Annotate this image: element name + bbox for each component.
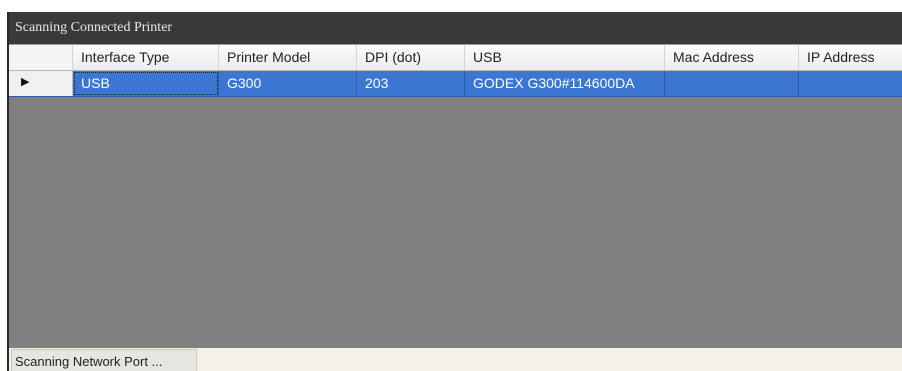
status-bar: Scanning Network Port ... bbox=[9, 348, 902, 371]
column-header-mac-address[interactable]: Mac Address bbox=[665, 45, 799, 70]
cell-dpi[interactable]: 203 bbox=[357, 71, 465, 96]
row-pointer-icon[interactable]: ▶ bbox=[9, 71, 73, 96]
cell-ip-address[interactable] bbox=[799, 71, 902, 96]
scanning-printer-window: Scanning Connected Printer Interface Typ… bbox=[7, 12, 902, 371]
column-header-interface-type[interactable]: Interface Type bbox=[73, 45, 219, 70]
cell-printer-model[interactable]: G300 bbox=[219, 71, 357, 96]
column-header-printer-model[interactable]: Printer Model bbox=[219, 45, 357, 70]
cell-mac-address[interactable] bbox=[665, 71, 799, 96]
row-header-corner bbox=[9, 45, 73, 70]
column-header-ip-address[interactable]: IP Address bbox=[799, 45, 902, 70]
table-row[interactable]: ▶ USB G300 203 GODEX G300#114600DA bbox=[9, 71, 902, 97]
printer-grid[interactable]: Interface Type Printer Model DPI (dot) U… bbox=[9, 44, 902, 352]
column-header-usb[interactable]: USB bbox=[465, 45, 665, 70]
cell-usb[interactable]: GODEX G300#114600DA bbox=[465, 71, 665, 96]
cell-interface-type[interactable]: USB bbox=[73, 71, 219, 96]
grid-header-row: Interface Type Printer Model DPI (dot) U… bbox=[9, 45, 902, 71]
window-title: Scanning Connected Printer bbox=[9, 12, 902, 44]
column-header-dpi[interactable]: DPI (dot) bbox=[357, 45, 465, 70]
status-label: Scanning Network Port ... bbox=[11, 349, 197, 371]
